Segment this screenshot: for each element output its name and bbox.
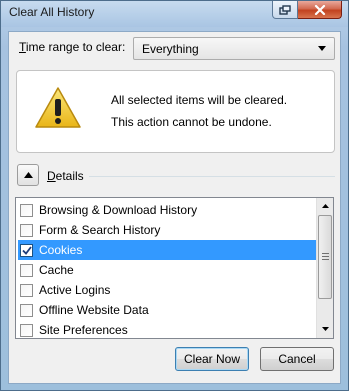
list-item-site-preferences[interactable]: Site Preferences <box>18 320 319 340</box>
history-items-list[interactable]: Browsing & Download History Form & Searc… <box>15 197 334 339</box>
list-item-label: Offline Website Data <box>39 303 149 317</box>
dialog-body: Time range to clear: Everything All sele… <box>8 31 341 384</box>
scroll-up-icon <box>321 204 329 208</box>
clear-now-button[interactable]: Clear Now <box>175 347 249 371</box>
warning-line-1: All selected items will be cleared. <box>111 93 288 107</box>
time-range-accesskey: T <box>19 40 26 54</box>
checkbox-checked[interactable] <box>20 243 33 257</box>
cancel-button[interactable]: Cancel <box>260 347 334 371</box>
details-label-text: etails <box>55 169 84 183</box>
restore-button[interactable] <box>272 1 298 19</box>
close-icon <box>314 4 325 15</box>
scroll-up-button[interactable] <box>317 198 333 214</box>
warning-line-2: This action cannot be undone. <box>111 115 272 129</box>
time-range-label-text: ime range to clear: <box>25 40 126 54</box>
window-title: Clear All History <box>9 5 95 19</box>
checkbox[interactable] <box>20 203 33 217</box>
time-range-value: Everything <box>142 41 199 56</box>
checkbox[interactable] <box>20 323 33 337</box>
checkbox[interactable] <box>20 283 33 297</box>
checkbox[interactable] <box>20 303 33 317</box>
details-toggle-button[interactable] <box>17 164 39 186</box>
details-separator <box>89 176 335 177</box>
title-bar[interactable]: Clear All History <box>1 1 348 27</box>
chevron-up-icon <box>23 172 33 178</box>
warning-box: All selected items will be cleared. This… <box>16 70 335 153</box>
time-range-select[interactable]: Everything <box>133 37 335 60</box>
list-item-active-logins[interactable]: Active Logins <box>18 280 319 300</box>
list-item-form-search-history[interactable]: Form & Search History <box>18 220 319 240</box>
list-item-label: Cookies <box>39 243 83 257</box>
clear-history-dialog: Clear All History Time range to clear: E… <box>0 0 349 391</box>
list-item-label: Site Preferences <box>39 323 128 337</box>
list-item-label: Browsing & Download History <box>39 203 198 217</box>
list-item-offline-website-data[interactable]: Offline Website Data <box>18 300 319 320</box>
scroll-down-button[interactable] <box>317 321 333 337</box>
details-accesskey: D <box>47 169 56 183</box>
list-item-label: Form & Search History <box>39 223 161 237</box>
warning-icon <box>35 87 81 128</box>
time-range-row: Time range to clear: <box>19 40 125 54</box>
list-item-cookies[interactable]: Cookies <box>18 240 319 260</box>
list-item-label: Cache <box>39 263 74 277</box>
list-item-cache[interactable]: Cache <box>18 260 319 280</box>
grip-line <box>322 253 329 254</box>
time-range-label: Time range to clear: <box>19 40 125 54</box>
list-item-label: Active Logins <box>39 283 111 297</box>
scroll-down-icon <box>321 327 329 331</box>
grip-line <box>322 256 329 257</box>
details-label[interactable]: Details <box>47 169 84 183</box>
list-item-browsing-download-history[interactable]: Browsing & Download History <box>18 200 319 220</box>
restore-icon <box>279 4 291 15</box>
close-button[interactable] <box>298 1 342 19</box>
checkmark-icon <box>21 245 32 255</box>
chevron-down-icon <box>318 46 326 51</box>
caption-buttons <box>272 1 342 19</box>
checkbox[interactable] <box>20 223 33 237</box>
list-scrollbar[interactable] <box>316 198 333 338</box>
scroll-thumb[interactable] <box>318 215 332 299</box>
checkbox[interactable] <box>20 263 33 277</box>
grip-line <box>322 259 329 260</box>
